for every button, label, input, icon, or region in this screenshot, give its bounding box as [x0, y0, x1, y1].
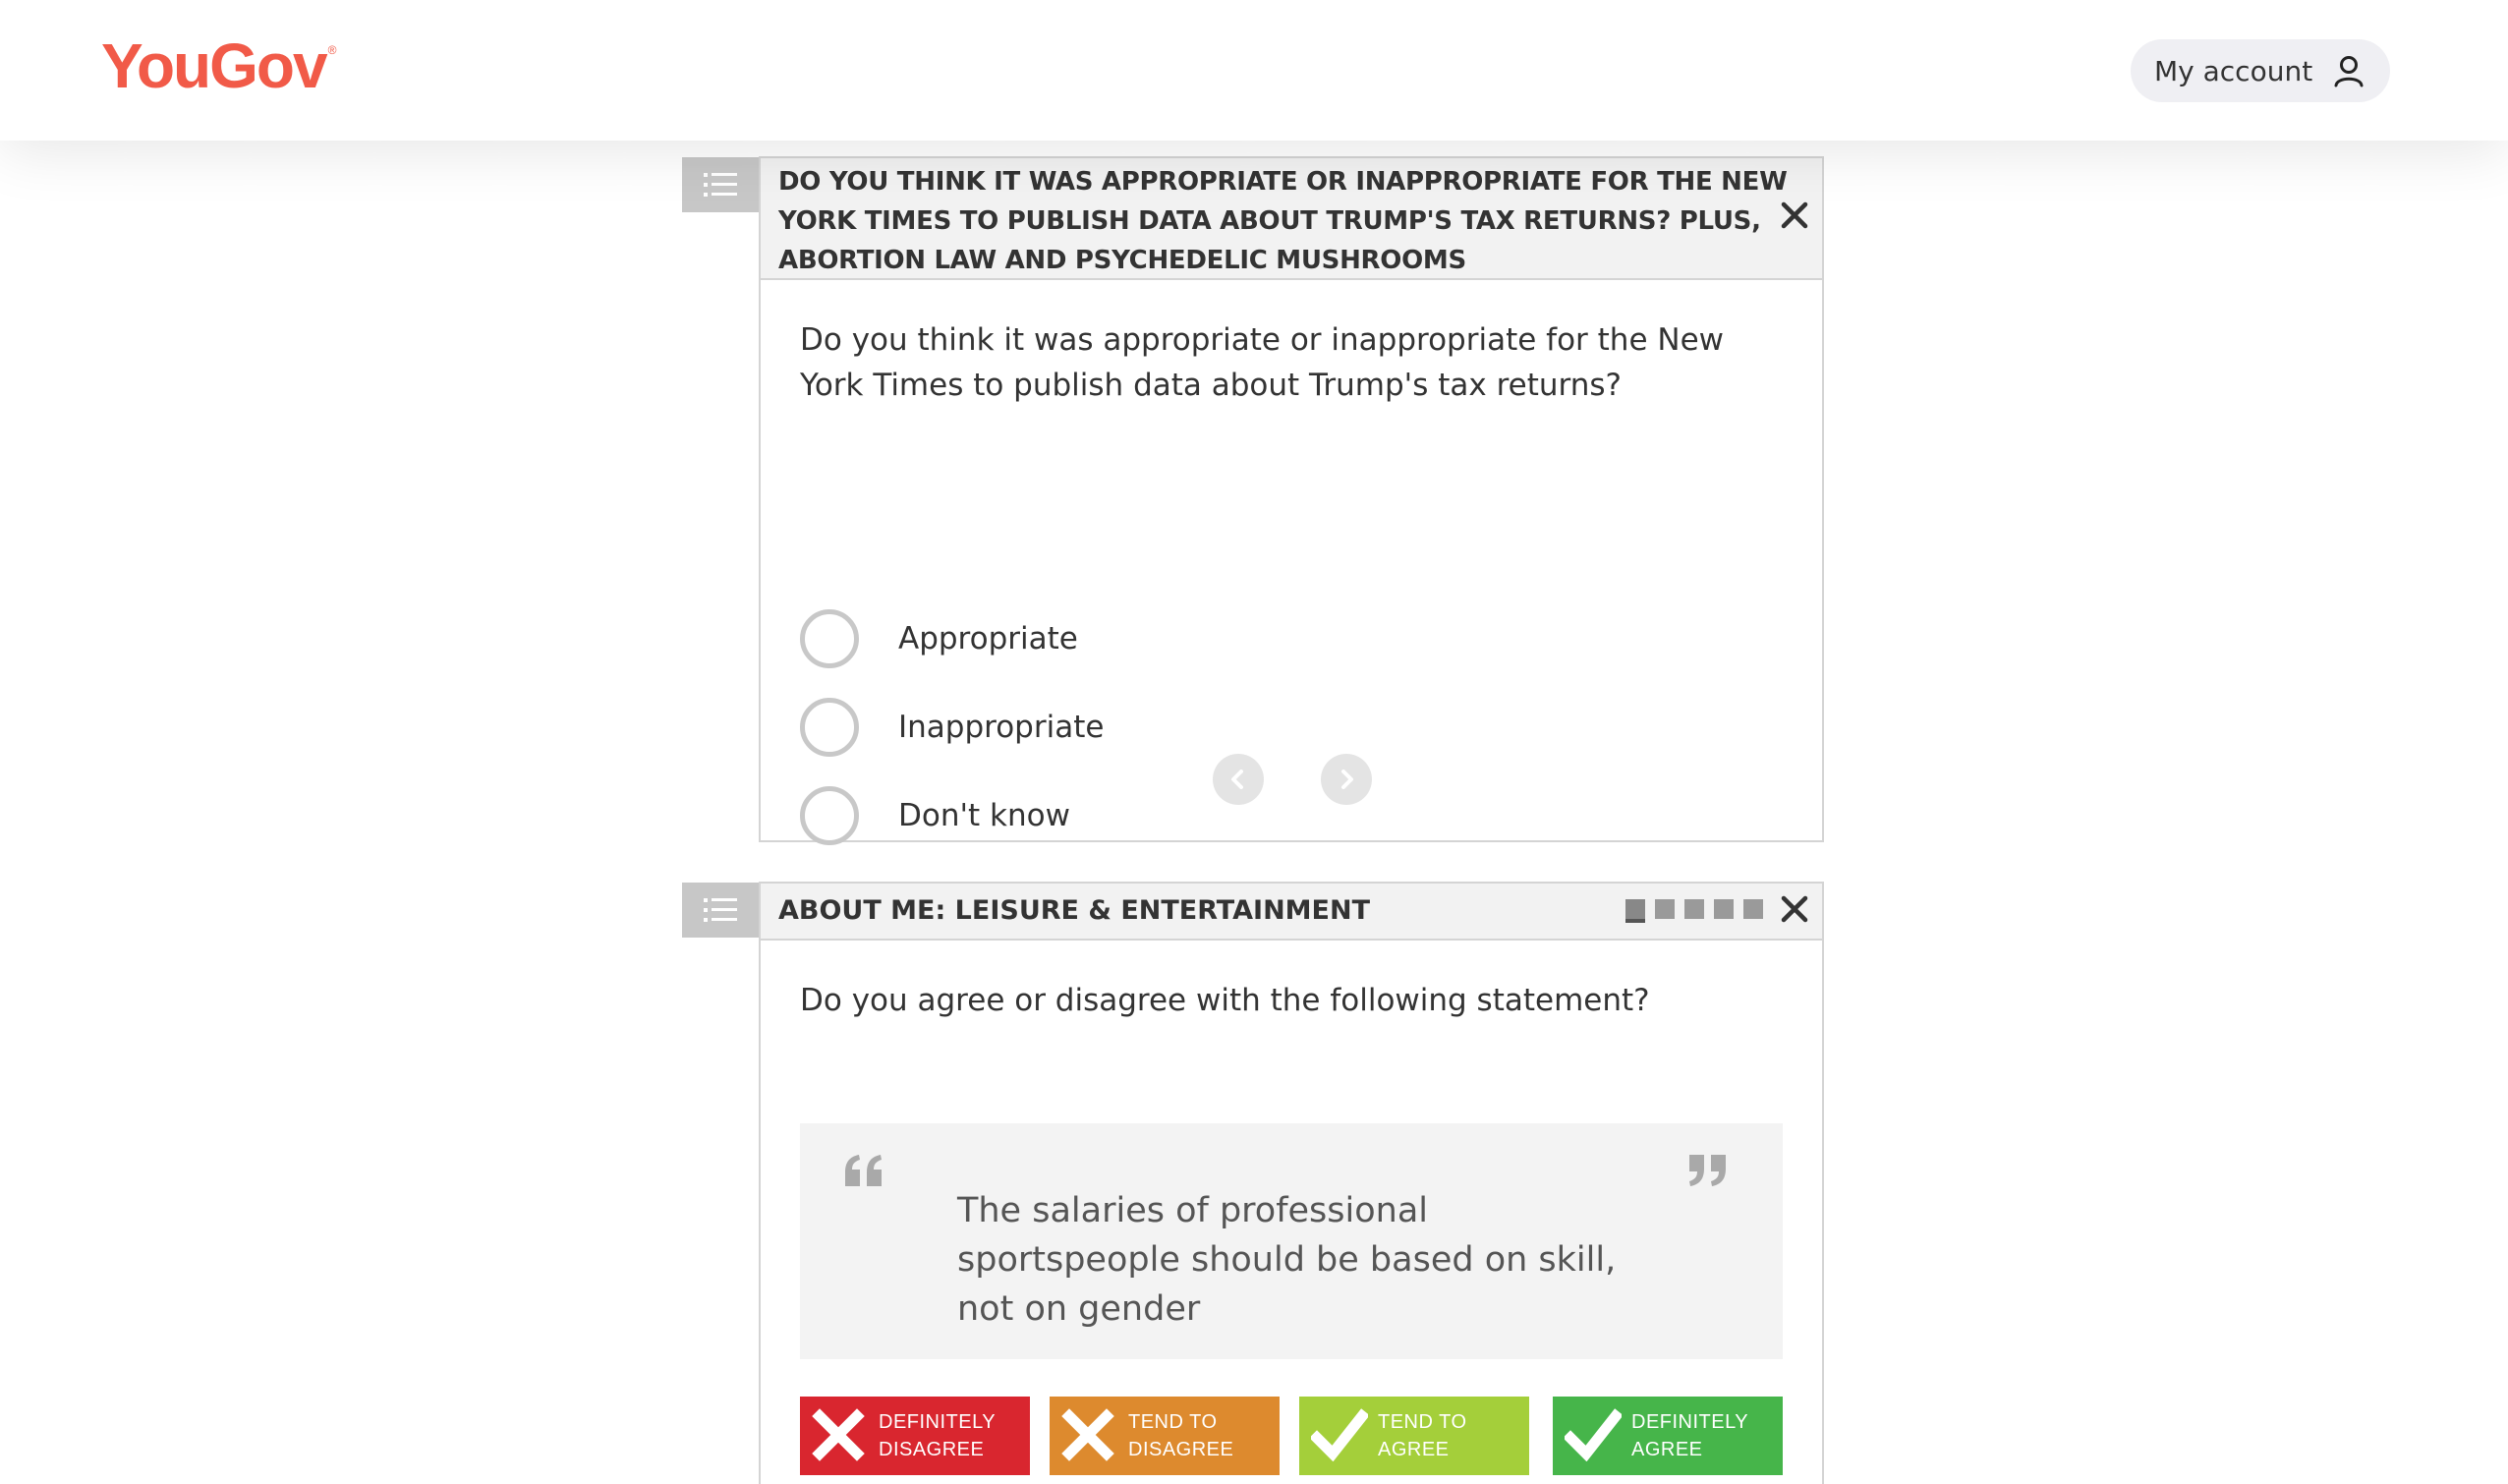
- answer-label: DEFINITELY AGREE: [1631, 1411, 1749, 1460]
- option-inappropriate[interactable]: Inappropriate: [800, 697, 1104, 758]
- question-text: Do you agree or disagree with the follow…: [800, 983, 1650, 1018]
- survey-title: DO YOU THINK IT WAS APPROPRIATE OR INAPP…: [778, 167, 1788, 275]
- survey-title: ABOUT ME: LEISURE & ENTERTAINMENT: [778, 895, 1370, 926]
- yougov-logo[interactable]: YouGov ®: [101, 29, 336, 102]
- option-label: Inappropriate: [898, 710, 1105, 745]
- progress-step: [1625, 899, 1645, 923]
- top-bar: YouGov ® My account: [0, 0, 2508, 141]
- survey-list-tab[interactable]: [682, 157, 759, 212]
- next-button[interactable]: [1321, 754, 1372, 805]
- previous-button[interactable]: [1213, 754, 1264, 805]
- statement-text: The salaries of professional sportspeopl…: [957, 1191, 1617, 1329]
- progress-step: [1714, 899, 1734, 919]
- option-label: Appropriate: [898, 621, 1078, 656]
- my-account-button[interactable]: My account: [2131, 39, 2390, 102]
- progress-step: [1655, 899, 1675, 919]
- survey-card-1: DO YOU THINK IT WAS APPROPRIATE OR INAPP…: [759, 156, 1824, 845]
- list-icon: [704, 173, 737, 197]
- survey-card-header: DO YOU THINK IT WAS APPROPRIATE OR INAPP…: [761, 158, 1822, 280]
- close-icon[interactable]: [1781, 201, 1808, 229]
- close-icon[interactable]: [1781, 895, 1808, 923]
- progress-indicator: [1625, 899, 1763, 923]
- user-icon: [2334, 56, 2364, 87]
- survey-list-tab[interactable]: [682, 883, 759, 938]
- list-icon: [704, 898, 737, 922]
- close-quote-icon: [1689, 1155, 1726, 1186]
- statement-box: The salaries of professional sportspeopl…: [800, 1123, 1783, 1359]
- answer-tend-to-disagree[interactable]: TEND TO DISAGREE: [1050, 1397, 1280, 1475]
- answer-definitely-agree[interactable]: DEFINITELY AGREE: [1553, 1397, 1783, 1475]
- chevron-right-icon: [1341, 770, 1353, 789]
- radio-button[interactable]: [800, 609, 859, 668]
- option-label: Don't know: [898, 798, 1070, 833]
- answer-label: TEND TO DISAGREE: [1128, 1411, 1234, 1460]
- check-icon: [1565, 1408, 1622, 1461]
- progress-step: [1743, 899, 1763, 919]
- survey-card-2: ABOUT ME: LEISURE & ENTERTAINMENT Do you…: [759, 882, 1824, 1484]
- option-dont-know[interactable]: Don't know: [800, 785, 1070, 846]
- cross-icon: [812, 1408, 865, 1461]
- radio-button[interactable]: [800, 698, 859, 757]
- check-icon: [1311, 1408, 1368, 1461]
- open-quote-icon: [845, 1155, 882, 1186]
- answer-tend-to-agree[interactable]: TEND TO AGREE: [1299, 1397, 1529, 1475]
- survey-card-header: ABOUT ME: LEISURE & ENTERTAINMENT: [761, 884, 1822, 941]
- answer-definitely-disagree[interactable]: DEFINITELY DISAGREE: [800, 1397, 1030, 1475]
- radio-button[interactable]: [800, 786, 859, 845]
- chevron-left-icon: [1231, 770, 1243, 789]
- question-text: Do you think it was appropriate or inapp…: [800, 322, 1724, 403]
- answer-label: DEFINITELY DISAGREE: [879, 1411, 997, 1460]
- option-appropriate[interactable]: Appropriate: [800, 608, 1078, 669]
- cross-icon: [1061, 1408, 1114, 1461]
- progress-step: [1684, 899, 1704, 919]
- my-account-label: My account: [2154, 54, 2313, 87]
- answer-label: TEND TO AGREE: [1378, 1411, 1467, 1460]
